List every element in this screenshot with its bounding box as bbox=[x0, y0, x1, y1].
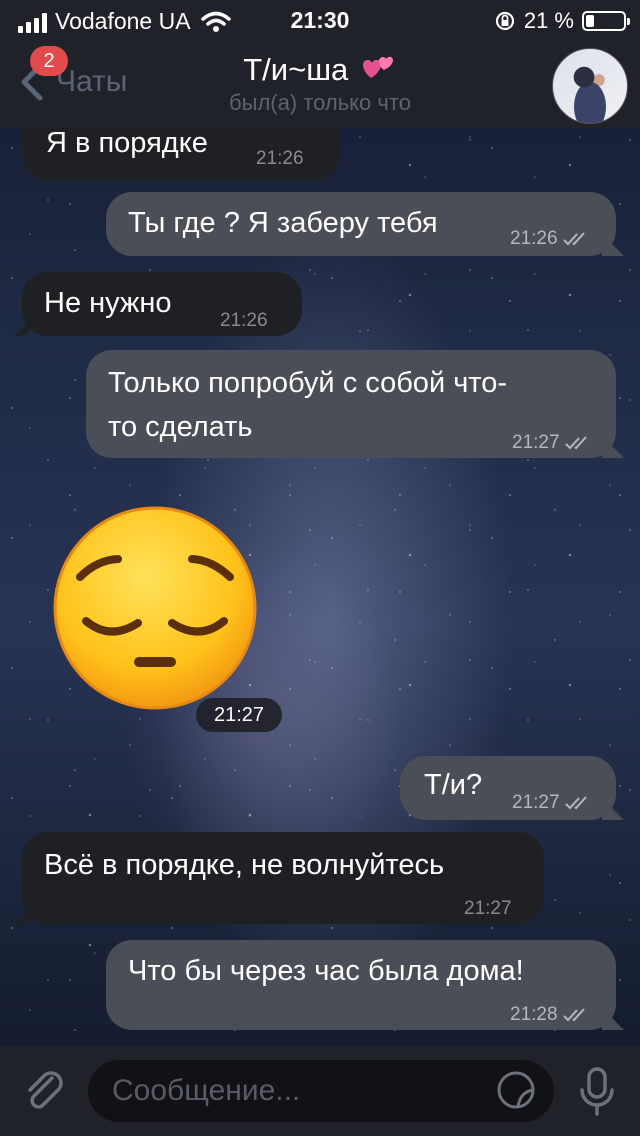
message-input[interactable]: Сообщение... bbox=[88, 1060, 554, 1122]
double-check-icon bbox=[564, 436, 587, 450]
orientation-lock-icon bbox=[495, 11, 514, 31]
chat-title: Т/и~ша bbox=[243, 52, 349, 87]
message-text: Ты где ? Я заберу тебя bbox=[128, 207, 438, 239]
double-check-icon bbox=[564, 796, 587, 810]
message-text: Всё в порядке, не волнуйтесь bbox=[44, 849, 445, 881]
message-text-line: Только попробуй с собой что- bbox=[108, 367, 508, 399]
message-meta: 21:28 bbox=[510, 996, 589, 1034]
chat-title-area[interactable]: Т/и~ша был(а) только что bbox=[0, 52, 640, 116]
status-right: 21 % bbox=[494, 8, 630, 34]
message-text: Что бы через час была дома! bbox=[128, 955, 524, 987]
message-time: 21:27 bbox=[464, 898, 512, 919]
chat-header: Чаты 2 Т/и~ша был(а) только что bbox=[0, 42, 640, 128]
status-bar: Vodafone UA 21:30 21 % bbox=[0, 0, 640, 42]
sticker-time: 21:27 bbox=[196, 698, 282, 732]
battery-icon bbox=[582, 11, 630, 31]
avatar[interactable] bbox=[552, 48, 628, 124]
two-hearts-icon bbox=[362, 56, 393, 78]
message-text-line: то сделать bbox=[108, 411, 253, 443]
message-time: 21:26 bbox=[220, 310, 268, 331]
message-meta: 21:27 bbox=[512, 424, 591, 462]
message-outgoing[interactable]: Только попробуй с собой что- то сделать … bbox=[86, 350, 616, 458]
battery-percent: 21 % bbox=[523, 8, 574, 33]
message-text: Не нужно bbox=[44, 287, 172, 319]
message-meta: 21:26 bbox=[510, 220, 589, 258]
double-check-icon bbox=[562, 1008, 585, 1022]
message-time: 21:26 bbox=[256, 148, 304, 169]
message-outgoing[interactable]: Т/и? 21:27 bbox=[400, 756, 616, 820]
message-meta: 21:27 bbox=[512, 784, 591, 822]
pensive-face-icon[interactable] bbox=[52, 505, 258, 711]
message-input-placeholder: Сообщение... bbox=[112, 1074, 301, 1107]
message-incoming[interactable]: Не нужно 21:26 bbox=[22, 272, 302, 336]
message-outgoing[interactable]: Что бы через час была дома! 21:28 bbox=[106, 940, 616, 1030]
message-time: 21:26 bbox=[510, 228, 558, 249]
message-text: Т/и? bbox=[424, 769, 483, 801]
sticker-icon[interactable] bbox=[496, 1070, 536, 1110]
message-time: 21:27 bbox=[512, 792, 560, 813]
paperclip-icon[interactable] bbox=[22, 1068, 66, 1114]
message-time: 21:28 bbox=[510, 1004, 558, 1025]
battery-level bbox=[586, 15, 594, 27]
double-check-icon bbox=[562, 232, 585, 246]
microphone-icon[interactable] bbox=[576, 1066, 618, 1118]
message-text: Я в порядке bbox=[46, 127, 208, 159]
message-outgoing[interactable]: Ты где ? Я заберу тебя 21:26 bbox=[106, 192, 616, 256]
message-incoming[interactable]: Всё в порядке, не волнуйтесь 21:27 bbox=[22, 832, 544, 924]
composer-bar: Сообщение... bbox=[0, 1046, 640, 1136]
last-seen-status: был(а) только что bbox=[229, 90, 411, 115]
message-time: 21:27 bbox=[512, 432, 560, 453]
